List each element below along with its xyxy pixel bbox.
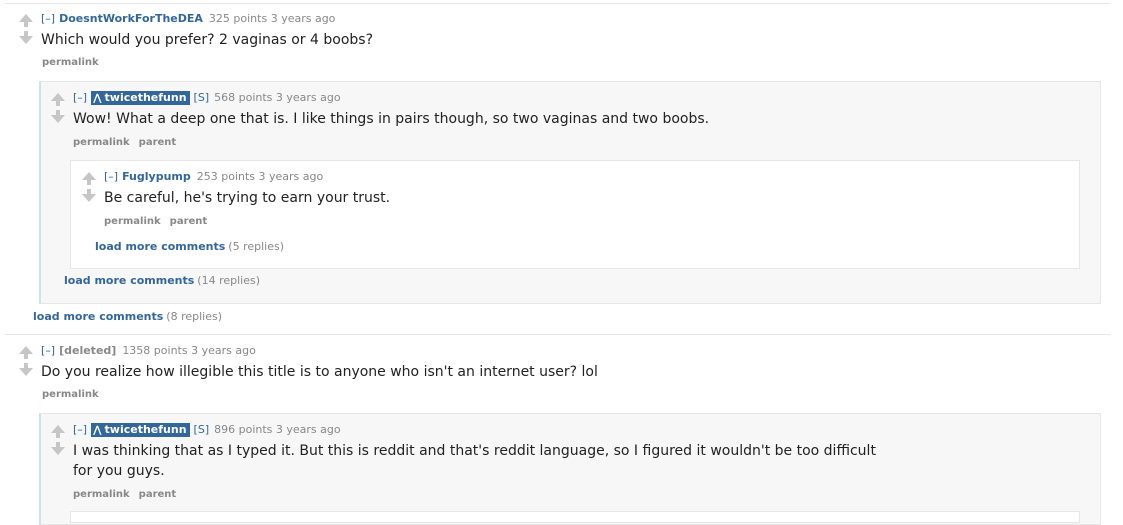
load-more-link[interactable]: load more comments: [64, 274, 194, 287]
downvote-icon[interactable]: [82, 194, 96, 202]
comment-buttons: permalink parent: [73, 137, 185, 148]
op-author-badge[interactable]: ⋀ twicethefunn: [91, 423, 190, 437]
submitter-tag: [S]: [193, 423, 210, 436]
comment-tagline: [–] ⋀ twicethefunn [S] 568 points 3 years ag…: [73, 91, 341, 105]
comment-meta: 568 points 3 years ago: [214, 91, 341, 104]
reply-count: (14 replies): [197, 274, 261, 287]
comment-meta: 253 points 3 years ago: [196, 170, 324, 183]
parent-link[interactable]: parent: [139, 489, 177, 500]
comment-meta: 325 points 3 years ago: [208, 12, 336, 25]
submitter-tag: [S]: [193, 91, 210, 104]
collapse-toggle[interactable]: [–]: [73, 91, 87, 104]
upvote-icon[interactable]: [82, 172, 96, 180]
vote-arrows: [51, 93, 65, 123]
upvote-stem: [87, 180, 91, 185]
upvote-stem: [56, 101, 60, 106]
comment-body-line: I was thinking that as I typed it. But t…: [73, 443, 876, 459]
collapse-toggle[interactable]: [–]: [41, 12, 55, 25]
permalink-link[interactable]: permalink: [42, 57, 99, 68]
comment-meta: 1358 points 3 years ago: [122, 344, 256, 357]
comment-author[interactable]: twicethefunn: [105, 423, 187, 436]
comment-meta: 896 points 3 years ago: [214, 423, 341, 436]
permalink-link[interactable]: permalink: [42, 389, 99, 400]
vote-arrows: [19, 346, 33, 376]
upvote-icon[interactable]: [19, 14, 33, 22]
comment-tagline: [–] [deleted] 1358 points 3 years ago: [41, 344, 256, 357]
reply-count: (5 replies): [228, 240, 285, 253]
comment-tagline: [–] DoesntWorkForTheDEA 325 points 3 years…: [41, 12, 335, 25]
vote-arrows: [19, 14, 33, 44]
child-comment-box: [70, 511, 1080, 523]
comment-tagline: [–] ⋀ twicethefunn [S] 896 points 3 years ag…: [73, 423, 341, 437]
op-author-badge[interactable]: ⋀ twicethefunn: [91, 91, 190, 105]
comment-buttons: permalink: [42, 389, 108, 400]
alien-a-icon: ⋀: [93, 93, 102, 104]
comment-body: Be careful, he's trying to earn your tru…: [104, 190, 391, 206]
upvote-stem: [56, 433, 60, 438]
downvote-icon[interactable]: [51, 447, 65, 455]
alien-a-icon: ⋀: [93, 425, 102, 436]
load-more-link[interactable]: load more comments: [95, 240, 225, 253]
load-more-comments: load more comments (14 replies): [64, 274, 260, 287]
permalink-link[interactable]: permalink: [73, 489, 130, 500]
parent-link[interactable]: parent: [139, 137, 177, 148]
vote-arrows: [82, 172, 96, 202]
comment-author[interactable]: Fuglypump: [122, 170, 191, 183]
comment-body: Wow! What a deep one that is. I like thi…: [73, 111, 710, 127]
upvote-stem: [24, 354, 28, 359]
comment-body: Which would you prefer? 2 vaginas or 4 b…: [41, 32, 373, 48]
collapse-toggle[interactable]: [–]: [104, 170, 118, 183]
parent-link[interactable]: parent: [170, 216, 208, 227]
collapse-toggle[interactable]: [–]: [73, 423, 87, 436]
separator: [5, 3, 1110, 4]
permalink-link[interactable]: permalink: [73, 137, 130, 148]
comment-author: [deleted]: [59, 344, 117, 357]
permalink-link[interactable]: permalink: [104, 216, 161, 227]
upvote-icon[interactable]: [51, 93, 65, 101]
separator: [5, 334, 1110, 335]
comment-body-line: for you guys.: [73, 463, 165, 479]
reply-count: (8 replies): [166, 310, 223, 323]
comment-author[interactable]: DoesntWorkForTheDEA: [59, 12, 203, 25]
downvote-icon[interactable]: [19, 368, 33, 376]
comment-author[interactable]: twicethefunn: [105, 91, 187, 104]
comment-buttons: permalink: [42, 57, 108, 68]
downvote-icon[interactable]: [51, 115, 65, 123]
load-more-link[interactable]: load more comments: [33, 310, 163, 323]
collapse-toggle[interactable]: [–]: [41, 344, 55, 357]
upvote-icon[interactable]: [19, 346, 33, 354]
comment-tagline: [–] Fuglypump 253 points 3 years ago: [104, 170, 323, 183]
vote-arrows: [51, 425, 65, 455]
comment-buttons: permalink parent: [104, 216, 216, 227]
load-more-comments: load more comments (8 replies): [33, 310, 222, 323]
comment-buttons: permalink parent: [73, 489, 185, 500]
load-more-comments: load more comments (5 replies): [95, 240, 284, 253]
downvote-icon[interactable]: [19, 36, 33, 44]
comment-body: Do you realize how illegible this title …: [41, 364, 598, 380]
upvote-icon[interactable]: [51, 425, 65, 433]
upvote-stem: [24, 22, 28, 27]
